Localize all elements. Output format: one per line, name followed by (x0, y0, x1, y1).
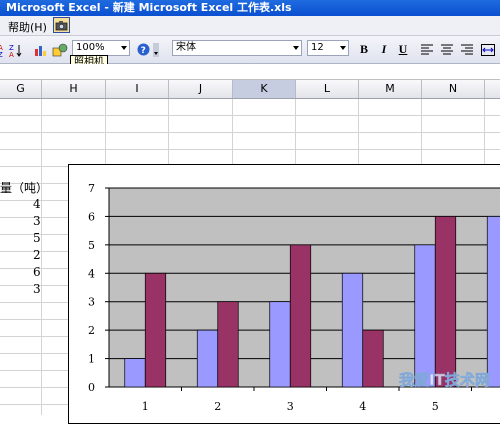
italic-button[interactable]: I (377, 42, 391, 57)
bar (414, 244, 436, 388)
y-tick-label: 7 (88, 182, 95, 195)
align-right-button[interactable] (460, 42, 474, 57)
column-header-i[interactable]: I (106, 80, 169, 98)
font-size-value: 12 (311, 42, 324, 53)
column-header-j[interactable]: J (169, 80, 233, 98)
merge-center-button[interactable] (480, 42, 496, 57)
header-cell[interactable]: 量（吨） (0, 179, 48, 196)
bar (269, 301, 291, 388)
sort-descending-icon: ZA (9, 44, 22, 57)
bar (434, 216, 457, 388)
y-tick-label: 5 (88, 239, 95, 252)
watermark-text: 我爱IT技术网 (399, 371, 490, 389)
column-header-n[interactable]: N (422, 80, 485, 98)
align-left-icon (421, 44, 433, 55)
zoom-value: 100% (76, 42, 105, 53)
x-tick-label: 2 (214, 400, 221, 413)
font-size-select[interactable]: 12 (307, 40, 349, 56)
bar (362, 329, 384, 388)
column-header-l[interactable]: L (296, 80, 359, 98)
y-tick-label: 4 (88, 267, 95, 280)
bar (217, 301, 239, 388)
camera-icon (55, 20, 68, 30)
data-cell[interactable]: 4 (33, 197, 41, 211)
svg-text:A: A (9, 51, 14, 57)
drawing-button[interactable] (52, 42, 68, 57)
sort-ascending-icon: AZ (0, 44, 3, 57)
menu-bar: 帮助(H) (0, 16, 500, 36)
column-chart: 01234567123456我爱IT技术网www.52ij.com (88, 182, 500, 413)
column-header-m[interactable]: M (359, 80, 422, 98)
x-tick-label: 1 (142, 400, 149, 413)
y-tick-label: 3 (88, 296, 95, 309)
bar (124, 358, 146, 388)
y-tick-label: 2 (88, 324, 95, 337)
column-header-k[interactable]: K (233, 80, 296, 98)
svg-text:Z: Z (0, 51, 3, 57)
chevron-down-icon (340, 46, 346, 50)
svg-text:?: ? (140, 46, 145, 56)
window-title-bar: Microsoft Excel - 新建 Microsoft Excel 工作表… (0, 0, 500, 16)
bar (486, 216, 500, 388)
data-cell[interactable]: 6 (33, 265, 41, 279)
data-cell[interactable]: 5 (33, 231, 41, 245)
align-left-button[interactable] (420, 42, 434, 57)
toolbar-options-button[interactable] (152, 42, 160, 57)
y-tick-label: 0 (88, 381, 95, 394)
watermark-url: www.52ij.com (414, 393, 477, 403)
merge-center-icon (481, 43, 495, 56)
data-cell[interactable]: 2 (33, 248, 41, 262)
bar (289, 244, 312, 388)
column-header-g[interactable]: G (0, 80, 42, 98)
chart-wizard-button[interactable] (34, 42, 48, 57)
help-icon: ? (137, 43, 149, 56)
chevron-down-icon (121, 46, 127, 50)
chevron-down-icon (153, 42, 159, 57)
font-value: 宋体 (176, 42, 196, 53)
data-cell[interactable]: 3 (33, 282, 41, 296)
bar (144, 272, 167, 388)
font-select[interactable]: 宋体 (172, 40, 302, 56)
underline-button[interactable]: U (396, 42, 410, 57)
align-right-icon (461, 44, 473, 55)
chart-object[interactable]: 01234567123456我爱IT技术网www.52ij.com (68, 164, 500, 424)
align-center-button[interactable] (440, 42, 454, 57)
camera-button[interactable] (53, 17, 70, 33)
formula-bar (0, 64, 500, 80)
zoom-select[interactable]: 100% (72, 40, 130, 56)
bar (196, 329, 219, 388)
align-center-icon (441, 44, 453, 55)
y-tick-label: 1 (88, 353, 95, 366)
window-title: Microsoft Excel - 新建 Microsoft Excel 工作表… (6, 1, 292, 14)
sort-ascending-button[interactable]: AZ (0, 42, 8, 57)
bar (341, 272, 364, 388)
chevron-down-icon (293, 46, 299, 50)
drawing-icon (52, 43, 68, 56)
column-header-next[interactable] (485, 80, 500, 98)
help-button[interactable]: ? (136, 42, 150, 57)
column-header-row: G H I J K L M N (0, 80, 500, 99)
x-tick-label: 3 (287, 400, 294, 413)
chart-wizard-icon (35, 45, 46, 56)
data-cell[interactable]: 3 (33, 214, 41, 228)
menu-help[interactable]: 帮助(H) (8, 19, 47, 35)
bold-button[interactable]: B (357, 42, 371, 57)
sort-descending-button[interactable]: ZA (9, 42, 23, 57)
column-header-h[interactable]: H (42, 80, 106, 98)
y-tick-label: 6 (88, 210, 95, 223)
x-tick-label: 4 (359, 400, 366, 413)
